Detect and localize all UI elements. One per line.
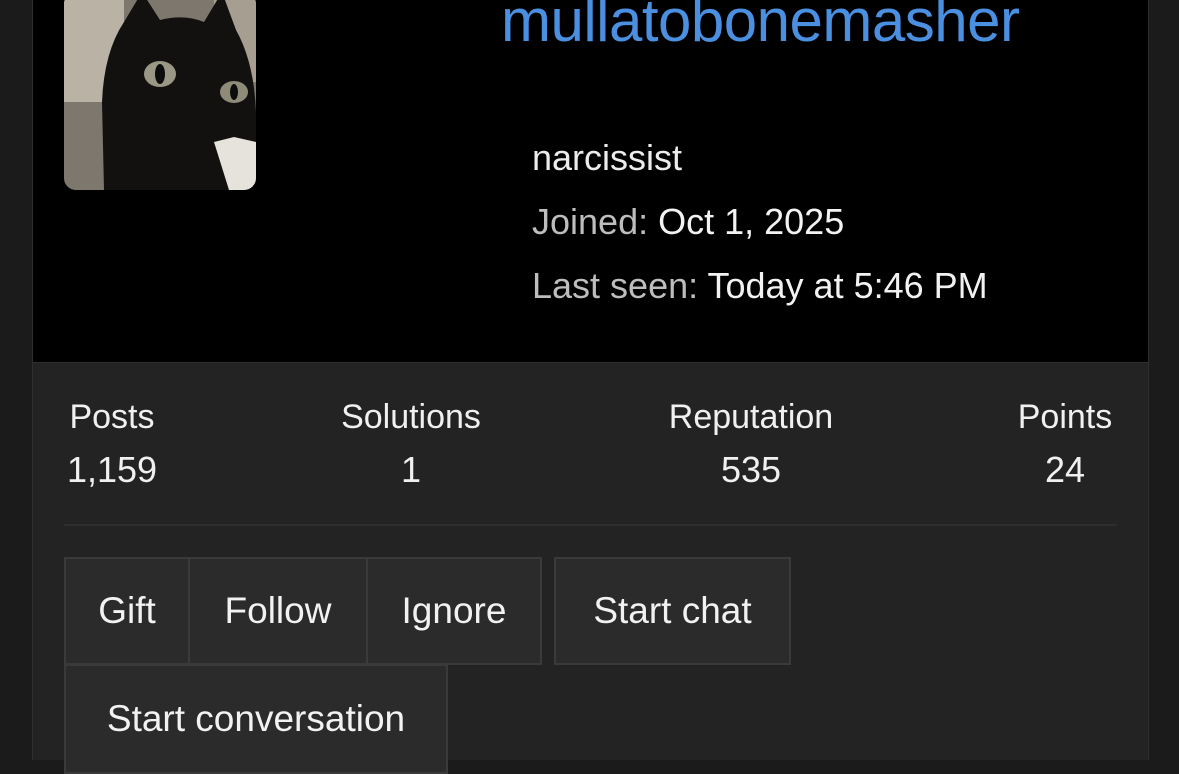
stat-solutions-label: Solutions [341,398,481,436]
last-seen-label: Last seen: [532,265,699,306]
stat-solutions: Solutions 1 [328,398,494,491]
username-link[interactable]: mullatobonemasher [501,0,1020,55]
start-chat-button[interactable]: Start chat [554,557,791,665]
stats-divider [64,524,1117,526]
joined-row: Joined: Oct 1, 2025 [532,190,988,254]
last-seen-value[interactable]: Today at 5:46 PM [707,265,987,306]
gift-button[interactable]: Gift [64,557,190,665]
stat-reputation-value[interactable]: 535 [652,449,850,491]
follow-button[interactable]: Follow [188,557,368,665]
stat-reputation[interactable]: Reputation 535 [652,398,850,491]
joined-label: Joined: [532,201,649,242]
profile-meta: narcissist Joined: Oct 1, 2025 Last seen… [532,126,988,318]
joined-value: Oct 1, 2025 [658,201,845,242]
profile-banner: mullatobonemasher narcissist Joined: Oct… [33,0,1148,363]
stat-posts[interactable]: Posts 1,159 [59,398,165,491]
cat-avatar-icon [64,0,256,190]
stat-posts-value[interactable]: 1,159 [59,449,165,491]
ignore-button[interactable]: Ignore [366,557,542,665]
profile-card: mullatobonemasher narcissist Joined: Oct… [32,0,1149,774]
last-seen-row: Last seen: Today at 5:46 PM [532,254,988,318]
stat-solutions-value: 1 [400,449,422,490]
stat-points-label: Points [1017,398,1113,436]
stat-points-value[interactable]: 24 [1009,449,1121,491]
start-conversation-button[interactable]: Start conversation [64,664,448,774]
stat-posts-label: Posts [69,398,155,436]
stat-points[interactable]: Points 24 [1009,398,1121,491]
stat-reputation-label: Reputation [668,398,834,436]
avatar[interactable] [64,0,256,190]
user-title: narcissist [532,137,683,178]
